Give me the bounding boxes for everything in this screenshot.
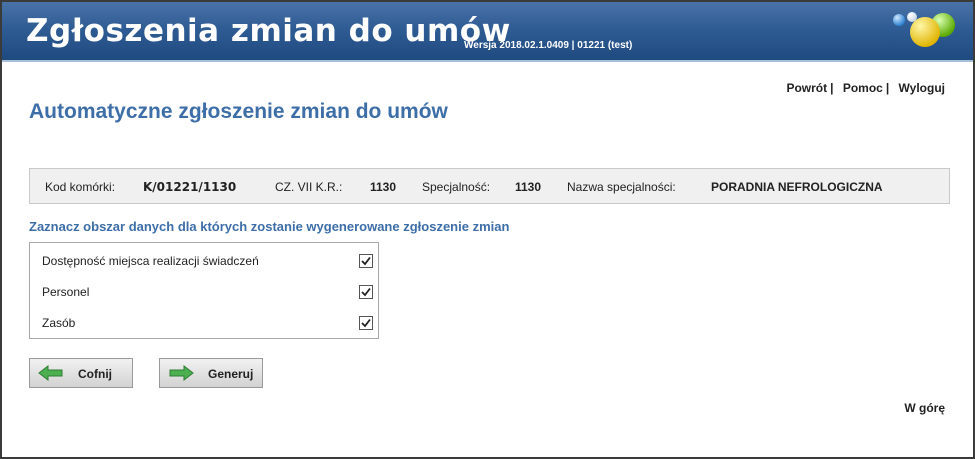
availability-checkbox[interactable] [359,254,373,268]
checkmark-icon [361,256,371,266]
option-row-personnel: Personel [42,282,373,302]
app-header: Zgłoszenia zmian do umów Wersja 2018.02.… [2,2,973,62]
kod-value: K/01221/1130 [143,180,237,194]
app-title: Zgłoszenia zmian do umów [26,13,511,49]
back-link[interactable]: Powrót [786,81,827,95]
page-title: Automatyczne zgłoszenie zmian do umów [29,100,448,123]
option-label: Zasób [42,316,76,330]
cz-label: CZ. VII K.R.: [275,180,343,194]
spec-label: Specjalność: [422,180,491,194]
unit-info-bar: Kod komórki: K/01221/1130 CZ. VII K.R.: … [29,168,950,204]
nazwa-label: Nazwa specjalności: [567,180,676,194]
option-row-availability: Dostępność miejsca realizacji świadczeń [42,251,373,271]
back-button-label: Cofnij [78,367,112,381]
section-title: Zaznacz obszar danych dla których zostan… [29,219,510,234]
link-separator: | [830,81,834,95]
personnel-checkbox[interactable] [359,285,373,299]
arrow-left-icon [38,365,63,381]
checkmark-icon [361,287,371,297]
kod-label: Kod komórki: [45,180,116,194]
options-box: Dostępność miejsca realizacji świadczeń … [29,242,379,339]
arrow-right-icon [169,365,194,381]
generate-button[interactable]: Generuj [159,358,263,388]
option-row-resource: Zasób [42,313,373,333]
top-links: Powrót | Pomoc | Wyloguj [786,81,945,95]
logo-balls-icon [893,12,955,47]
link-separator: | [885,81,890,95]
logout-link[interactable]: Wyloguj [899,81,945,95]
app-window: Zgłoszenia zmian do umów Wersja 2018.02.… [0,0,975,459]
resource-checkbox[interactable] [359,316,373,330]
option-label: Personel [42,285,90,299]
generate-button-label: Generuj [208,367,254,381]
version-info: Wersja 2018.02.1.0409 | 01221 (test) [464,40,633,51]
help-link[interactable]: Pomoc [843,81,883,95]
to-top-link[interactable]: W górę [904,401,945,415]
spec-value: 1130 [515,180,542,194]
cz-value: 1130 [370,180,397,194]
checkmark-icon [361,318,371,328]
nazwa-value: PORADNIA NEFROLOGICZNA [711,180,883,194]
back-button[interactable]: Cofnij [29,358,133,388]
option-label: Dostępność miejsca realizacji świadczeń [42,254,259,268]
